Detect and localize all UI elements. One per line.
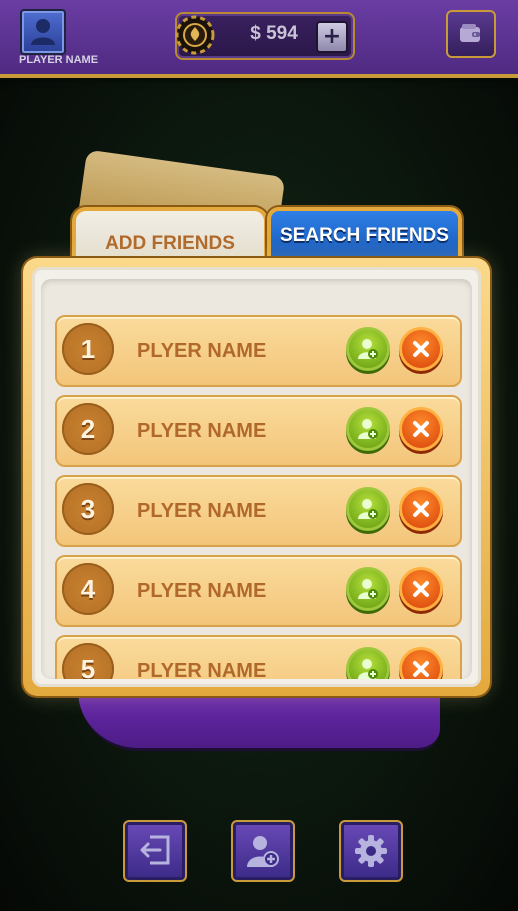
decline-friend-button[interactable] xyxy=(402,410,440,448)
accept-friend-button[interactable] xyxy=(349,650,387,679)
decline-friend-button[interactable] xyxy=(402,650,440,679)
wallet-icon xyxy=(460,24,480,42)
close-icon xyxy=(413,341,429,357)
player-name-label: PLAYER NAME xyxy=(19,54,99,66)
friend-row: 4 PLYER NAME xyxy=(55,555,462,627)
avatar-button[interactable] xyxy=(20,9,66,55)
user-icon xyxy=(31,19,55,45)
panel-inner: 1 PLYER NAME 2 PLYER NAME 3 PLYER NAME 4… xyxy=(32,267,481,687)
accept-friend-button[interactable] xyxy=(349,570,387,608)
friend-row: 2 PLYER NAME xyxy=(55,395,462,467)
add-user-icon xyxy=(358,499,378,519)
rank-badge: 2 xyxy=(62,403,114,455)
decline-friend-button[interactable] xyxy=(402,490,440,528)
add-friend-button[interactable] xyxy=(231,820,295,882)
friend-row: 3 PLYER NAME xyxy=(55,475,462,547)
decline-friend-button[interactable] xyxy=(402,330,440,368)
rank-number: 2 xyxy=(80,414,96,444)
plus-icon: + xyxy=(322,24,342,49)
coin-value: $ 594 xyxy=(250,23,298,44)
coin-balance: $ 594 + xyxy=(175,12,355,60)
rank-badge: 4 xyxy=(62,563,114,615)
exit-button[interactable] xyxy=(123,820,187,882)
tab-search-friends-label: SEARCH FRIENDS xyxy=(280,225,449,246)
decline-friend-button[interactable] xyxy=(402,570,440,608)
rank-badge: 1 xyxy=(62,323,114,375)
rank-number: 3 xyxy=(80,494,96,524)
gear-icon xyxy=(355,835,387,867)
friend-name: PLYER NAME xyxy=(137,500,267,522)
add-friend-icon xyxy=(247,836,279,867)
friend-name: PLYER NAME xyxy=(137,660,267,679)
friend-name: PLYER NAME xyxy=(137,420,267,442)
tab-search-friends[interactable]: SEARCH FRIENDS xyxy=(267,207,462,263)
add-coins-button[interactable]: + xyxy=(316,21,348,53)
add-user-icon xyxy=(358,419,378,439)
top-bar: PLAYER NAME $ 594 + xyxy=(0,0,518,78)
friend-request-list[interactable]: 1 PLYER NAME 2 PLYER NAME 3 PLYER NAME 4… xyxy=(41,279,472,679)
wallet-button[interactable] xyxy=(446,10,496,58)
accept-friend-button[interactable] xyxy=(349,410,387,448)
friends-panel: 1 PLYER NAME 2 PLYER NAME 3 PLYER NAME 4… xyxy=(23,258,490,696)
close-icon xyxy=(413,581,429,597)
rank-number: 5 xyxy=(80,654,96,679)
exit-icon xyxy=(140,835,170,865)
rank-badge: 5 xyxy=(62,643,114,679)
settings-button[interactable] xyxy=(339,820,403,882)
poker-chip-icon xyxy=(175,15,215,55)
accept-friend-button[interactable] xyxy=(349,490,387,528)
friend-name: PLYER NAME xyxy=(137,580,267,602)
close-icon xyxy=(413,421,429,437)
add-user-icon xyxy=(358,579,378,599)
friend-row: 5 PLYER NAME xyxy=(55,635,462,679)
add-user-icon xyxy=(358,339,378,359)
add-user-icon xyxy=(358,659,378,679)
rank-badge: 3 xyxy=(62,483,114,535)
rank-number: 4 xyxy=(80,574,96,604)
friend-row: 1 PLYER NAME xyxy=(55,315,462,387)
accept-friend-button[interactable] xyxy=(349,330,387,368)
friend-name: PLYER NAME xyxy=(137,340,267,362)
rank-number: 1 xyxy=(80,334,96,364)
close-icon xyxy=(413,501,429,517)
tab-add-friends-label: ADD FRIENDS xyxy=(105,233,235,254)
close-icon xyxy=(413,661,429,677)
